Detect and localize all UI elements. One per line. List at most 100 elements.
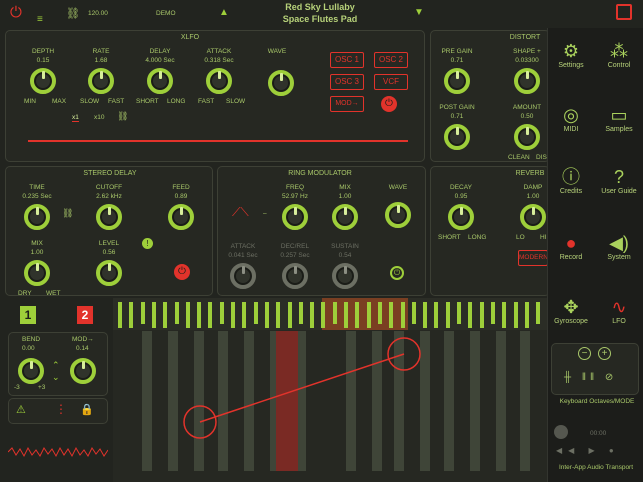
delay-info-icon[interactable]: !	[142, 238, 153, 249]
rate-knob[interactable]	[88, 68, 114, 94]
sidebar-item-record[interactable]: ● Record	[547, 232, 595, 261]
osc2-target[interactable]: OSC 2	[374, 52, 408, 68]
sidebar-item-user-guide[interactable]: ? User Guide	[595, 166, 643, 195]
mod-target[interactable]: MOD→	[330, 96, 364, 112]
bank1-button[interactable]: 1	[20, 306, 36, 324]
ring-dash: –	[263, 210, 267, 217]
key-strip-mark	[502, 302, 507, 328]
decay-knob[interactable]	[448, 204, 474, 230]
key-strip-mark	[118, 302, 122, 328]
mix-label: MIX	[31, 240, 43, 247]
mod-down-icon[interactable]: ⌄	[52, 372, 60, 383]
bank2-button[interactable]: 2	[77, 306, 93, 324]
octave-plus-icon[interactable]: +	[598, 347, 611, 360]
ring-power-icon[interactable]: ⏻	[390, 266, 404, 280]
keyboard-menu-icon[interactable]	[616, 4, 632, 20]
xlfo-meter	[28, 140, 408, 142]
feed-value: 0.89	[174, 193, 188, 200]
mod-up-icon[interactable]: ⌃	[52, 360, 60, 371]
feed-knob[interactable]	[168, 204, 194, 230]
postgain-knob[interactable]	[444, 124, 470, 150]
delay-knob[interactable]	[147, 68, 173, 94]
key-strip-mark	[445, 302, 450, 328]
shape-knob[interactable]	[514, 68, 540, 94]
patch-title[interactable]: Space Flutes Pad	[250, 14, 390, 24]
sidebar-item-system[interactable]: ◀) System	[595, 232, 643, 261]
max-label: MAX	[52, 98, 67, 105]
song-title[interactable]: Red Sky Lullaby	[250, 2, 390, 12]
sidebar-item-midi[interactable]: ◎ MIDI	[547, 104, 595, 133]
level-knob[interactable]	[96, 260, 122, 286]
octave-minus-icon[interactable]: −	[578, 347, 591, 360]
postgain-value: 0.71	[450, 113, 464, 120]
key-strip-mark	[490, 302, 495, 324]
x10-button[interactable]: x10	[94, 114, 104, 121]
sidebar-item-samples[interactable]: ▭ Samples	[595, 104, 643, 133]
delay-power-icon[interactable]: ⏻	[174, 264, 190, 280]
delay-link-icon[interactable]: ⛓	[62, 208, 73, 219]
reverb-mode-button[interactable]: MODERN	[518, 250, 548, 266]
feed-label: FEED	[172, 184, 190, 191]
mod-knob[interactable]	[70, 358, 96, 384]
key-strip-mark	[513, 302, 518, 328]
amount-knob[interactable]	[514, 124, 540, 150]
key-strip-mark	[479, 302, 484, 328]
depth-knob[interactable]	[30, 68, 56, 94]
sidebar-item-credits[interactable]: ⓘ Credits	[547, 166, 595, 195]
ring-attack-knob[interactable]	[230, 263, 256, 289]
key-strip-mark	[344, 302, 348, 328]
shape-value: 0.03300	[515, 57, 539, 64]
sidebar-item-control[interactable]: ⁂ Control	[595, 40, 643, 69]
key-strip-mark	[355, 302, 360, 328]
x1-button[interactable]: x1	[72, 114, 79, 122]
link-icon[interactable]: ⛓	[66, 7, 80, 20]
sustain-knob[interactable]	[332, 263, 358, 289]
octave-mode-icons[interactable]: ╫ ‖‖ ⊘	[564, 372, 617, 383]
cutoff-knob[interactable]	[96, 204, 122, 230]
xlfo-power-icon[interactable]: ⏻	[381, 96, 397, 112]
link2-icon[interactable]: ⛓	[117, 111, 128, 122]
sustain-label: SUSTAIN	[331, 243, 359, 250]
key-strip-mark	[242, 302, 247, 328]
vcf-target[interactable]: VCF	[374, 74, 408, 90]
damp-knob[interactable]	[520, 204, 546, 230]
mixer-icon[interactable]: ≡	[37, 14, 43, 25]
freq-knob[interactable]	[282, 204, 308, 230]
bend-knob[interactable]	[18, 358, 44, 384]
preset-bank[interactable]: DEMO	[156, 10, 176, 17]
preset-down-icon[interactable]: ▼	[414, 7, 424, 18]
decrel-knob[interactable]	[282, 263, 308, 289]
transport-controls-icon[interactable]: ◀◀ ▶ ●	[556, 446, 620, 455]
time-knob[interactable]	[24, 204, 50, 230]
ring-mix-knob[interactable]	[332, 204, 358, 230]
key-strip-mark	[208, 302, 213, 328]
amount-value: 0.50	[520, 113, 534, 120]
tempo-value[interactable]: 120.00	[88, 10, 108, 17]
key-strip-mark	[174, 302, 179, 324]
plus3-label: +3	[38, 384, 46, 391]
ring-wave-knob[interactable]	[385, 202, 411, 228]
info-icon: ⓘ	[562, 167, 580, 187]
touch-line	[199, 353, 405, 423]
attack-label: ATTACK	[206, 48, 232, 55]
osc3-target[interactable]: OSC 3	[330, 74, 364, 90]
sidebar-item-gyroscope[interactable]: ✥ Gyroscope	[547, 296, 595, 325]
wave-knob[interactable]	[268, 70, 294, 96]
more-icon[interactable]: ⋮	[55, 402, 67, 416]
key-strip-mark	[536, 302, 541, 324]
key-strip-mark	[129, 302, 134, 328]
key-strip-mark	[457, 302, 461, 324]
power-icon[interactable]: ⏻	[10, 4, 22, 21]
attack-knob[interactable]	[206, 68, 232, 94]
transport-record-icon[interactable]	[554, 425, 568, 439]
sidebar-item-lfo[interactable]: ∿ LFO	[595, 296, 643, 325]
preset-up-icon[interactable]: ▲	[219, 7, 229, 18]
sidebar-item-settings[interactable]: ⚙ Settings	[547, 40, 595, 69]
warning-icon[interactable]: ⚠	[16, 403, 26, 416]
speaker-icon: ◀)	[609, 233, 629, 253]
lock-icon[interactable]: 🔒	[80, 403, 94, 416]
transport-time: 00:00	[590, 430, 607, 437]
pregain-knob[interactable]	[444, 68, 470, 94]
delay-mix-knob[interactable]	[24, 260, 50, 286]
osc1-target[interactable]: OSC 1	[330, 52, 364, 68]
